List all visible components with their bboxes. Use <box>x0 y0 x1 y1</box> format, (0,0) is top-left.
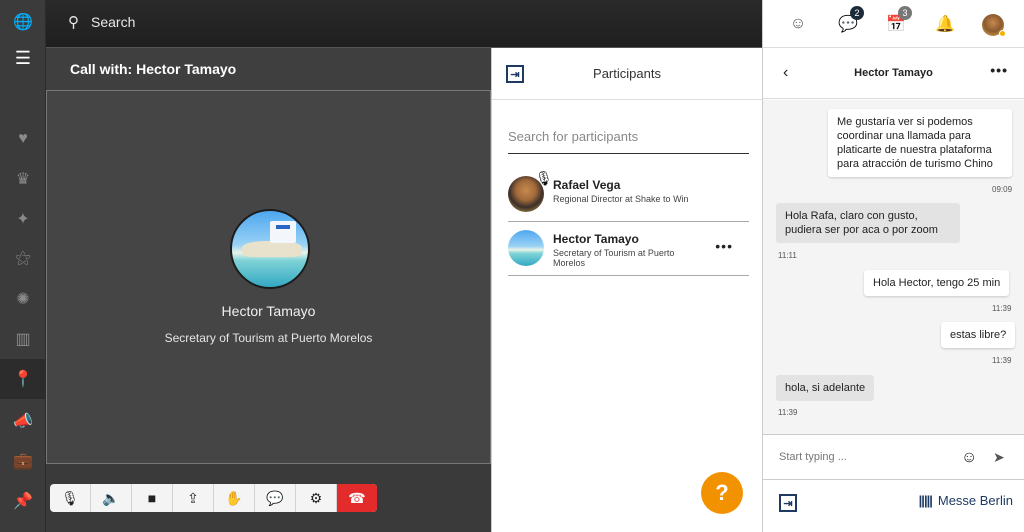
participants-title: Participants <box>593 66 661 81</box>
call-stage: Hector Tamayo Secretary of Tourism at Pu… <box>46 91 491 464</box>
calendar-icon[interactable]: 📅 3 <box>886 6 912 34</box>
briefcase-icon[interactable]: 💼 <box>0 441 46 481</box>
chat-panel: ☺ 💬 2 📅 3 🔔 ‹ Hector Tamayo ••• Me gustarí… <box>762 0 1024 532</box>
message-bubble: Hola Rafa, claro con gusto, pudiera ser … <box>776 203 960 243</box>
chat-badge: 2 <box>850 6 864 20</box>
left-nav-rail: 🌐 ☰ ♥ ♛ ✦ ⚝ ✺ ▥ 📍 📣 💼 📌 <box>0 0 46 532</box>
chat-bubbles-icon[interactable]: 💬 <box>255 484 296 512</box>
back-chevron-icon[interactable]: ‹ <box>783 64 788 82</box>
participant-row[interactable]: Hector Tamayo Secretary of Tourism at Pu… <box>508 222 749 276</box>
call-title: Call with: Hector Tamayo <box>46 48 491 91</box>
brand-bars: ||||| <box>918 493 933 508</box>
participants-header: ⇥ Participants <box>492 48 762 100</box>
magic-wand-icon[interactable]: ✦ <box>0 199 46 239</box>
message-bubble: Hola Hector, tengo 25 min <box>864 270 1010 296</box>
participant-name: Rafael Vega <box>553 178 621 192</box>
search-button[interactable]: ⚲ Search <box>68 13 135 31</box>
chat-footer: ⇥ ||||| Messe Berlin <box>763 481 1024 532</box>
chat-title: Hector Tamayo <box>854 67 933 79</box>
status-dot <box>999 30 1006 37</box>
message-bubble: hola, si adelante <box>776 375 875 401</box>
participant-role: Secretary of Tourism at Puerto Morelos <box>164 331 373 345</box>
speaker-mute-icon[interactable]: 🔈 <box>91 484 132 512</box>
contacts-icon[interactable]: ☺ <box>788 14 808 34</box>
message-bubble: Me gustaría ver si podemos coordinar una… <box>828 109 1012 177</box>
message-time: 11:39 <box>992 304 1012 313</box>
heart-icon[interactable]: ♥ <box>0 119 46 159</box>
message-list: Me gustaría ver si podemos coordinar una… <box>763 100 1024 434</box>
search-icon: ⚲ <box>68 14 79 31</box>
header-icons: ☺ 💬 2 📅 3 🔔 <box>763 0 1024 48</box>
message-input[interactable]: Start typing ... <box>779 451 847 463</box>
pin-icon[interactable]: 📌 <box>0 481 46 521</box>
network-icon[interactable]: ⚝ <box>0 239 46 279</box>
search-label: Search <box>91 14 136 30</box>
brand-logo: ||||| Messe Berlin <box>919 493 1013 508</box>
chat-icon[interactable]: 💬 2 <box>838 6 864 34</box>
participant-row[interactable]: 🎙 Rafael Vega Regional Director at Shake… <box>508 168 749 222</box>
crown-icon[interactable]: ♛ <box>0 159 46 199</box>
participant-role: Secretary of Tourism at Puerto Morelos <box>553 248 675 268</box>
collapse-panel-icon[interactable]: ⇥ <box>779 494 797 512</box>
top-bar: ⚲ Search <box>46 0 762 48</box>
message-composer: Start typing ... ☺ ➤ <box>763 434 1024 480</box>
hub-icon[interactable]: ✺ <box>0 279 46 319</box>
more-options-icon[interactable]: ••• <box>715 238 733 254</box>
message-bubble: estas libre? <box>941 322 1016 348</box>
participant-name: Hector Tamayo <box>221 303 316 319</box>
message-time: 11:11 <box>778 251 797 260</box>
mute-mic-icon[interactable]: 🎙 <box>50 484 91 512</box>
trash-icon[interactable]: ▥ <box>0 319 46 359</box>
message-time: 11:39 <box>992 356 1012 365</box>
raise-hand-icon[interactable]: ✋ <box>214 484 255 512</box>
muted-mic-icon: 🎙 <box>535 170 553 186</box>
help-button[interactable]: ? <box>701 472 743 514</box>
location-pin-icon[interactable]: 📍 <box>0 359 46 399</box>
participant-avatar <box>230 209 310 289</box>
menu-icon[interactable]: ☰ <box>0 38 46 78</box>
settings-gear-icon[interactable]: ⚙ <box>296 484 337 512</box>
participant-name: Hector Tamayo <box>553 232 639 246</box>
send-icon[interactable]: ➤ <box>993 449 1005 466</box>
brand-name: Messe Berlin <box>937 493 1013 508</box>
collapse-panel-icon[interactable]: ⇥ <box>506 65 524 83</box>
participant-role: Regional Director at Shake to Win <box>553 194 689 204</box>
video-camera-icon[interactable]: ■ <box>132 484 173 512</box>
end-call-icon[interactable]: ☎ <box>337 484 377 512</box>
message-time: 09:09 <box>992 185 1013 194</box>
message-time: 11:39 <box>778 408 798 417</box>
more-options-icon[interactable]: ••• <box>990 62 1008 78</box>
chat-header: ‹ Hector Tamayo ••• <box>763 48 1024 99</box>
emoji-icon[interactable]: ☺ <box>961 449 977 467</box>
share-screen-icon[interactable]: ⇪ <box>173 484 214 512</box>
globe-icon[interactable]: 🌐 <box>0 2 46 42</box>
megaphone-icon[interactable]: 📣 <box>0 401 46 441</box>
call-controls: 🎙 🔈 ■ ⇪ ✋ 💬 ⚙ ☎ <box>50 484 377 512</box>
participants-panel: ⇥ Participants Search for participants 🎙… <box>491 48 762 532</box>
bell-icon[interactable]: 🔔 <box>935 14 955 34</box>
avatar <box>508 230 544 266</box>
participants-search-input[interactable]: Search for participants <box>508 120 749 154</box>
calendar-badge: 3 <box>898 6 912 20</box>
